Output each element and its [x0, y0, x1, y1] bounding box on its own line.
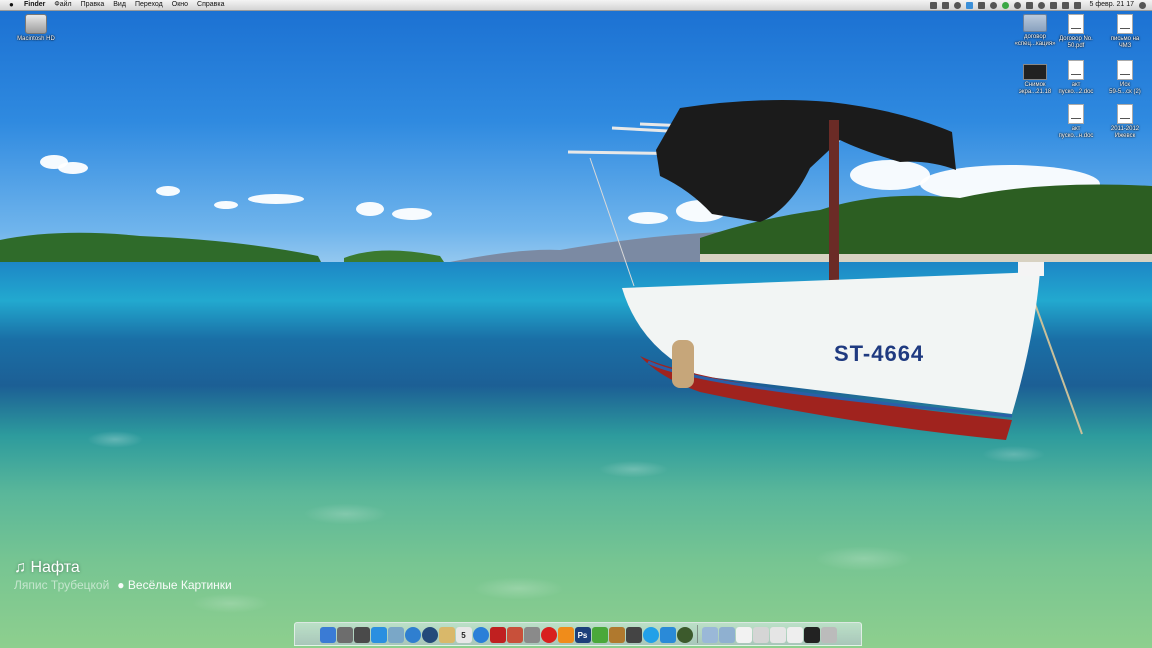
itunes-icon[interactable] [472, 627, 489, 643]
desktop-icon-label: Macintosh HD [17, 36, 55, 42]
boat [567, 100, 1083, 440]
compass-icon[interactable] [421, 627, 438, 643]
dock: 5 Ps [294, 622, 862, 646]
screen-icon[interactable] [752, 627, 769, 643]
flower-icon[interactable] [591, 627, 608, 643]
desktop-icon-screenshot[interactable]: Снимок экра...21.18 [1012, 64, 1058, 96]
activity-icon[interactable] [676, 627, 693, 643]
track-meta: Ляпис Трубецкой ● Весёлые Картинки [14, 578, 232, 592]
bluetooth-icon[interactable] [1026, 1, 1034, 9]
photo-booth-icon[interactable] [506, 627, 523, 643]
dock-separator [696, 625, 698, 643]
menu-help[interactable]: Справка [197, 0, 224, 10]
doc-icon [1117, 104, 1133, 124]
doc-icon [1117, 60, 1133, 80]
menu-list: Finder Файл Правка Вид Переход Окно Спра… [24, 0, 225, 10]
desktop-icon-period[interactable]: 2011-2012 Ижевск [1102, 104, 1148, 140]
document-icon[interactable] [735, 627, 752, 643]
desktop-icon-label: Договор No. 50.pdf [1059, 36, 1093, 49]
status-area: 5 февр. 21 17 [930, 0, 1146, 10]
screenshot-icon [1023, 64, 1047, 80]
apple-menu-icon[interactable]: ● [9, 0, 14, 10]
twitter-icon[interactable] [966, 1, 974, 9]
settings-icon[interactable] [523, 627, 540, 643]
twitter-icon[interactable] [659, 627, 676, 643]
mission-control-icon[interactable] [353, 627, 370, 643]
flash-icon[interactable] [489, 627, 506, 643]
app-store-icon[interactable] [370, 627, 387, 643]
menu-bar: ● Finder Файл Правка Вид Переход Окно Сп… [0, 0, 1152, 11]
spotlight-icon[interactable] [1139, 1, 1146, 9]
safari-icon[interactable] [404, 627, 421, 643]
hard-drive-icon [25, 14, 47, 34]
launchpad-icon[interactable] [336, 627, 353, 643]
desktop-icon-label: Снимок экра...21.18 [1018, 82, 1052, 95]
now-playing-widget[interactable]: ♫ Нафта Ляпис Трубецкой ● Весёлые Картин… [14, 558, 232, 592]
finder-icon[interactable] [319, 627, 336, 643]
notes-icon[interactable] [438, 627, 455, 643]
artist-name: Ляпис Трубецкой [14, 578, 110, 592]
desktop-icon-label: акт пуско...2.doc [1058, 82, 1094, 95]
flag-icon[interactable] [1074, 1, 1082, 9]
desktop: ST-4664 [0, 0, 1152, 648]
suitcase-icon[interactable] [608, 627, 625, 643]
menubar-clock[interactable]: 5 февр. 21 17 [1089, 0, 1134, 10]
pdf-icon[interactable] [786, 627, 803, 643]
clock-icon[interactable] [990, 1, 998, 9]
desktop-icon-act1[interactable]: акт пуско...2.doc [1053, 60, 1099, 96]
desktop-icon-act2[interactable]: акт пуско...н.doc [1053, 104, 1099, 140]
keyboard-icon[interactable] [942, 1, 950, 9]
timemachine-icon[interactable] [1014, 1, 1022, 9]
skype-icon[interactable] [978, 1, 986, 9]
folder-icon [1023, 14, 1047, 32]
display-icon[interactable] [930, 1, 938, 9]
album-name: ● Весёлые Картинки [117, 578, 232, 592]
trash-icon[interactable] [820, 627, 837, 643]
preview-icon[interactable] [387, 627, 404, 643]
volume-icon[interactable] [1050, 1, 1058, 9]
document-icon [1117, 14, 1133, 34]
calendar-icon[interactable]: 5 [455, 627, 472, 643]
doc-icon [1068, 60, 1084, 80]
desktop-icon-folder[interactable]: договор «спец...кация» [1012, 14, 1058, 48]
menu-view[interactable]: Вид [113, 0, 126, 10]
doc-icon [1068, 104, 1084, 124]
track-title: ♫ Нафта [14, 558, 232, 578]
boat-registration: ST-4664 [834, 341, 925, 366]
activity-icon[interactable] [1002, 1, 1010, 9]
desktop-icon-label: Иск 59-5...ск (2) [1109, 82, 1141, 95]
desktop-icon-label: договор «спец...кация» [1014, 34, 1056, 47]
desktop-icon-label: 2011-2012 Ижевск [1110, 126, 1140, 139]
wifi-icon[interactable] [1038, 1, 1046, 9]
terminal-icon[interactable] [803, 627, 820, 643]
opera-icon[interactable] [540, 627, 557, 643]
desktop-icon-lawsuit[interactable]: Иск 59-5...ск (2) [1102, 60, 1148, 96]
menu-edit[interactable]: Правка [81, 0, 105, 10]
camera-icon[interactable] [625, 627, 642, 643]
pdf-document-icon [1068, 14, 1084, 34]
network-icon[interactable] [718, 627, 735, 643]
desktop-icon-letter[interactable]: письмо на ЧМЗ [1102, 14, 1148, 50]
menu-finder[interactable]: Finder [24, 0, 45, 10]
menu-window[interactable]: Окно [172, 0, 188, 10]
desktop-icon-label: письмо на ЧМЗ [1110, 36, 1140, 49]
folder-icon[interactable] [701, 627, 718, 643]
skype-icon[interactable] [642, 627, 659, 643]
window-icon[interactable] [769, 627, 786, 643]
menu-go[interactable]: Переход [135, 0, 163, 10]
music-note-icon: ♫ [14, 559, 26, 576]
dropbox-icon[interactable] [954, 1, 962, 9]
photoshop-icon[interactable]: Ps [574, 627, 591, 643]
desktop-icon-macintosh-hd[interactable]: Macintosh HD [13, 14, 59, 43]
menu-file[interactable]: Файл [54, 0, 71, 10]
desktop-icon-label: акт пуско...н.doc [1058, 126, 1094, 139]
desktop-icon-pdf[interactable]: Договор No. 50.pdf [1053, 14, 1099, 50]
battery-icon[interactable] [1062, 1, 1070, 9]
track-name: Нафта [30, 559, 80, 576]
vlc-icon[interactable] [557, 627, 574, 643]
